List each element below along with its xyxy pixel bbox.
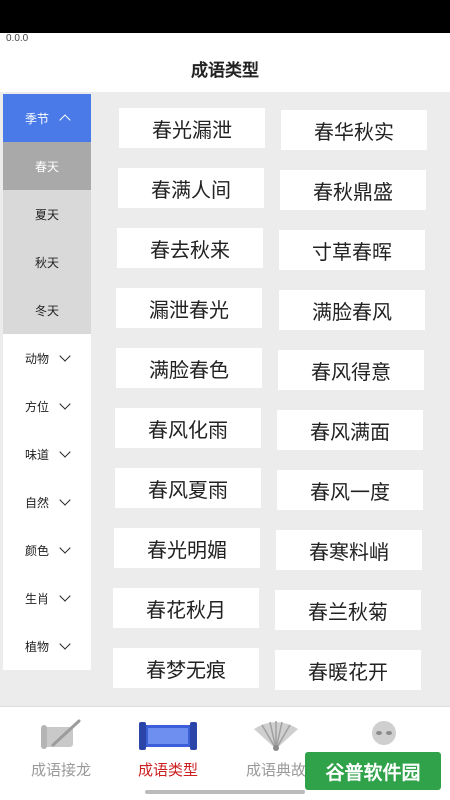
sidebar-category-label: 自然 (24, 495, 49, 510)
sidebar-subitem-summer[interactable]: 夏天 (3, 190, 91, 238)
chevron-down-icon (59, 446, 71, 458)
idiom-button[interactable]: 春华秋实 (281, 110, 427, 150)
page-title: 成语类型 (191, 60, 259, 81)
version-label: 0.0.0 (6, 33, 29, 44)
watermark-logo: 谷普软件园 (305, 752, 441, 790)
chevron-down-icon (59, 590, 71, 602)
idiom-button[interactable]: 春花秋月 (113, 588, 259, 628)
idiom-button[interactable]: 春满人间 (118, 168, 264, 208)
idiom-button[interactable]: 春光明媚 (114, 528, 260, 568)
chevron-up-icon (59, 114, 71, 126)
sidebar-category-label: 味道 (24, 447, 49, 462)
idiom-button[interactable]: 春暖花开 (275, 650, 421, 690)
category-sidebar: 季节 春天 夏天 秋天 冬天 动物 方位 味道 自然 颜色 生肖 植物 (3, 94, 91, 670)
chevron-down-icon (59, 638, 71, 650)
idiom-button[interactable]: 春风夏雨 (115, 468, 261, 508)
sidebar-category-label: 生肖 (24, 591, 49, 606)
idiom-button[interactable]: 春风满面 (277, 410, 423, 450)
tab-idiom-types[interactable]: 成语类型 (112, 707, 224, 800)
sidebar-category-taste[interactable]: 味道 (3, 430, 91, 478)
idiom-button[interactable]: 春去秋来 (117, 228, 263, 268)
idiom-button[interactable]: 满脸春风 (279, 290, 425, 330)
idiom-button[interactable]: 春风化雨 (115, 408, 261, 448)
sidebar-category-season[interactable]: 季节 (3, 94, 91, 142)
sidebar-category-label: 颜色 (24, 543, 49, 558)
sidebar-category-label: 动物 (24, 351, 49, 366)
chevron-down-icon (59, 494, 71, 506)
tab-label: 成语类型 (137, 761, 198, 779)
sidebar-subitem-winter[interactable]: 冬天 (3, 286, 91, 334)
idiom-button[interactable]: 寸草春晖 (279, 230, 425, 270)
folding-fan-icon (250, 719, 302, 757)
chevron-down-icon (59, 350, 71, 362)
sidebar-category-direction[interactable]: 方位 (3, 382, 91, 430)
sidebar-category-zodiac[interactable]: 生肖 (3, 574, 91, 622)
sidebar-subitem-autumn[interactable]: 秋天 (3, 238, 91, 286)
idiom-button[interactable]: 春兰秋菊 (275, 590, 421, 630)
main-content: 季节 春天 夏天 秋天 冬天 动物 方位 味道 自然 颜色 生肖 植物 春光漏泄… (0, 92, 450, 706)
scroll-icon (136, 719, 200, 757)
scroll-pen-icon (39, 719, 83, 757)
sidebar-category-label: 方位 (24, 399, 49, 414)
idiom-button[interactable]: 漏泄春光 (116, 288, 262, 328)
idiom-button[interactable]: 满脸春色 (116, 348, 262, 388)
status-bar (0, 0, 450, 33)
tab-label: 成语接龙 (30, 761, 91, 779)
sidebar-category-label: 植物 (24, 639, 49, 654)
sidebar-category-color[interactable]: 颜色 (3, 526, 91, 574)
chevron-down-icon (59, 398, 71, 410)
title-bar: 成语类型 (0, 44, 450, 92)
idiom-button[interactable]: 春秋鼎盛 (280, 170, 426, 210)
sidebar-category-nature[interactable]: 自然 (3, 478, 91, 526)
sidebar-category-animal[interactable]: 动物 (3, 334, 91, 382)
sidebar-category-plant[interactable]: 植物 (3, 622, 91, 670)
idiom-button[interactable]: 春风得意 (278, 350, 424, 390)
idiom-button[interactable]: 春寒料峭 (276, 530, 422, 570)
chevron-down-icon (59, 542, 71, 554)
idiom-button[interactable]: 春风一度 (277, 470, 423, 510)
home-indicator (145, 790, 305, 794)
idiom-button[interactable]: 春光漏泄 (119, 108, 265, 148)
sidebar-subitem-spring[interactable]: 春天 (3, 142, 91, 190)
sidebar-category-label: 季节 (24, 111, 49, 126)
tab-idiom-chain[interactable]: 成语接龙 (5, 707, 117, 800)
idiom-button[interactable]: 春梦无痕 (113, 648, 259, 688)
